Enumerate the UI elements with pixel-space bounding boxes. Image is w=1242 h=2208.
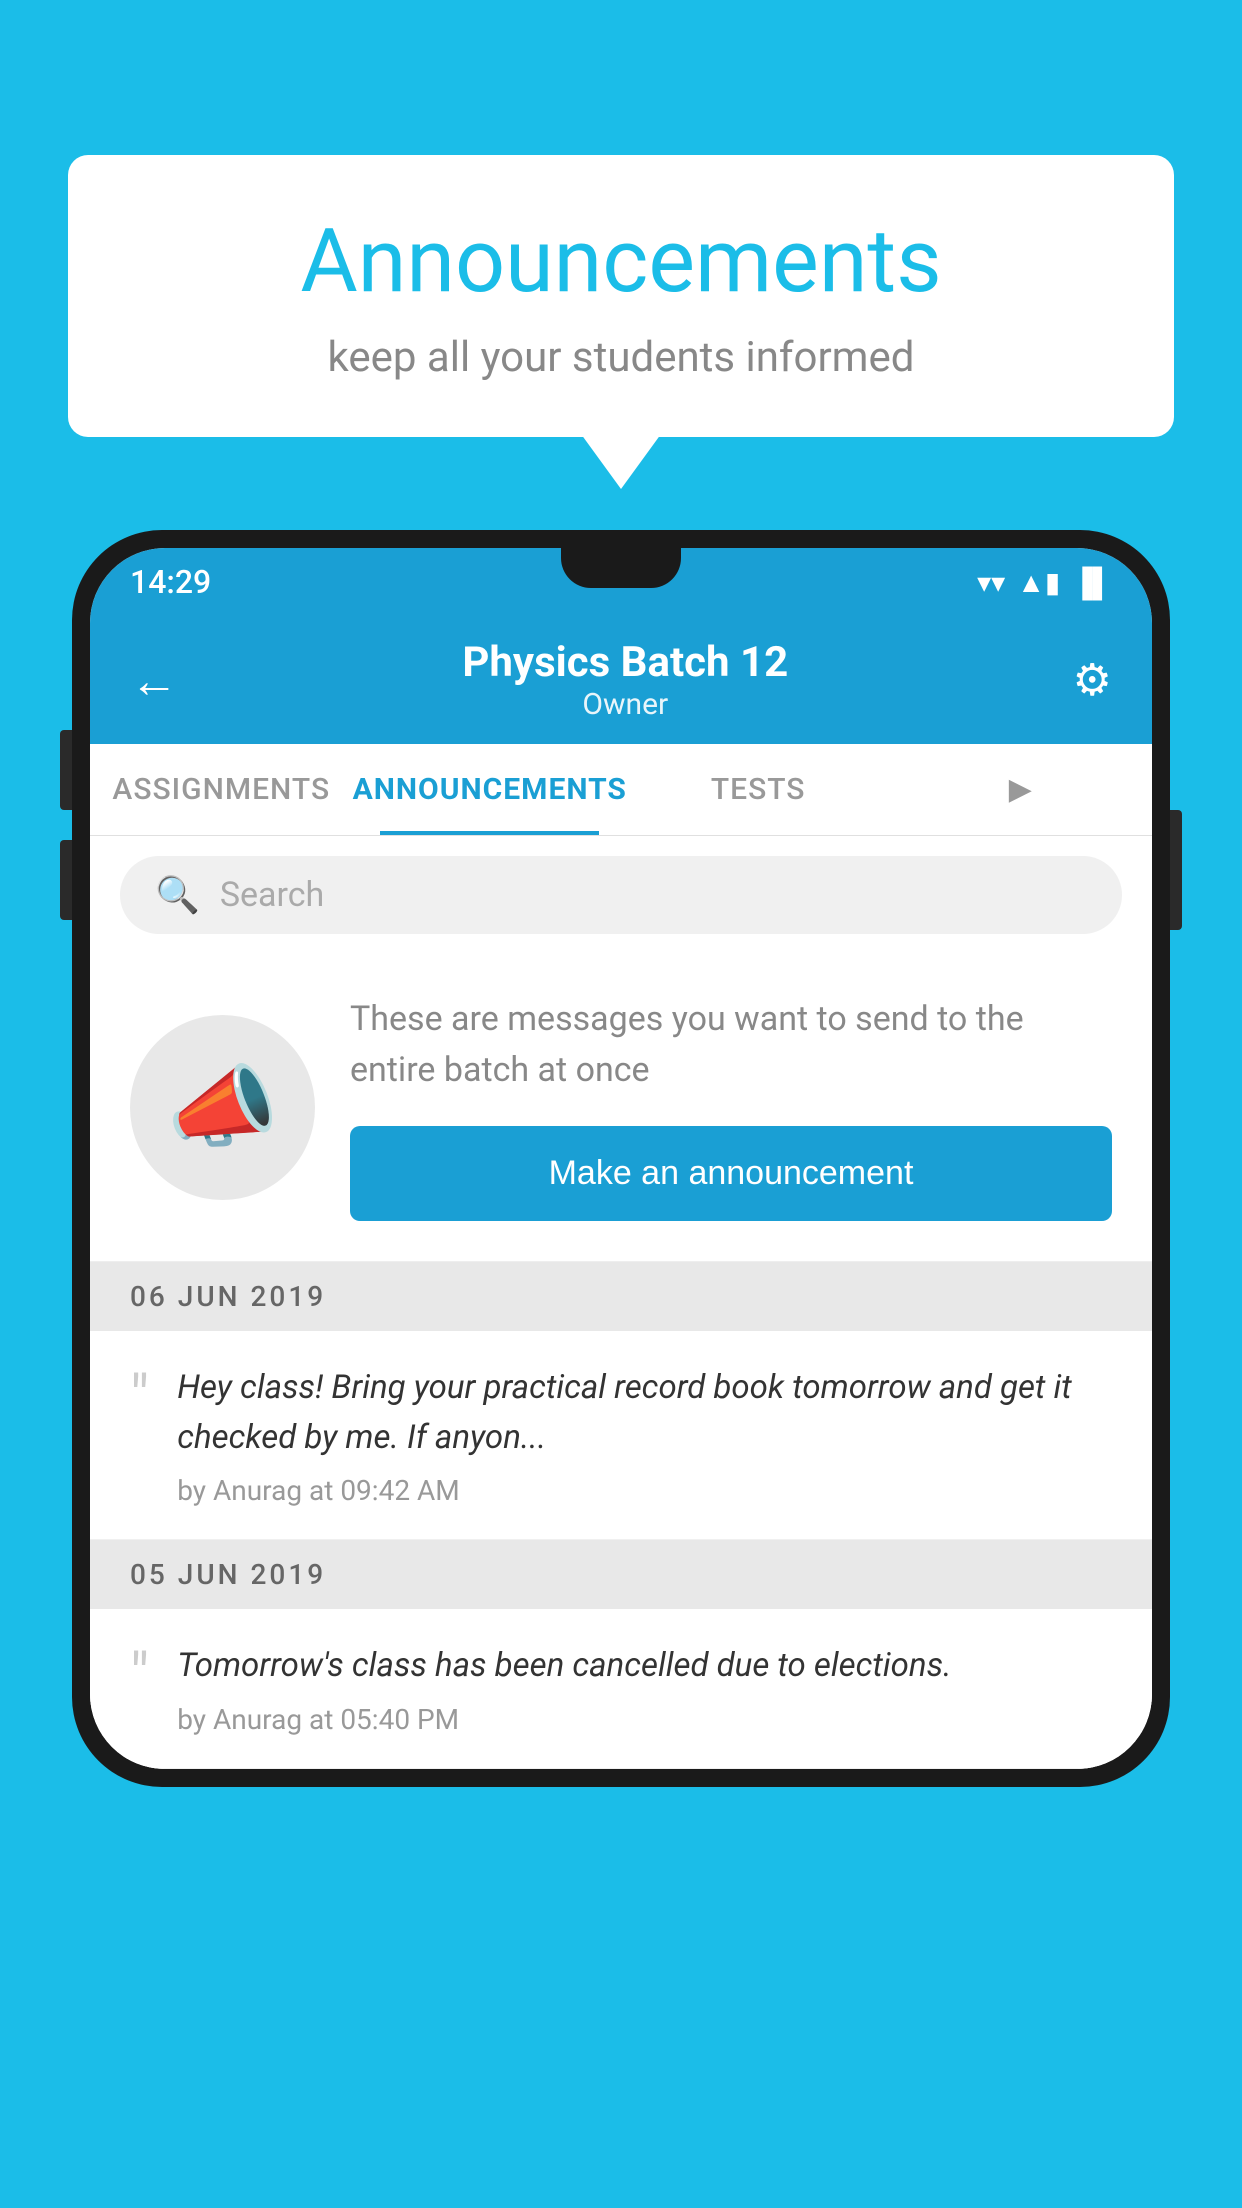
speech-bubble-title: Announcements bbox=[128, 210, 1114, 313]
settings-button[interactable]: ⚙ bbox=[1073, 654, 1112, 706]
tab-assignments[interactable]: ASSIGNMENTS bbox=[90, 744, 353, 835]
header-subtitle: Owner bbox=[462, 687, 788, 722]
announcement-meta-2: by Anurag at 05:40 PM bbox=[177, 1703, 1112, 1736]
volume-up-button bbox=[60, 730, 72, 810]
speech-bubble-container: Announcements keep all your students inf… bbox=[68, 155, 1174, 437]
header-title: Physics Batch 12 bbox=[462, 638, 788, 687]
status-time: 14:29 bbox=[130, 563, 211, 601]
status-bar: 14:29 ▾▾ ▲▮ ▐▌ bbox=[90, 548, 1152, 616]
announcement-prompt: 📣 These are messages you want to send to… bbox=[90, 954, 1152, 1262]
announcement-text-1: Hey class! Bring your practical record b… bbox=[177, 1363, 1112, 1462]
speech-bubble-subtitle: keep all your students informed bbox=[128, 333, 1114, 382]
date-separator-1: 06 JUN 2019 bbox=[90, 1262, 1152, 1331]
announcement-item-1[interactable]: " Hey class! Bring your practical record… bbox=[90, 1331, 1152, 1540]
app-header: ← Physics Batch 12 Owner ⚙ bbox=[90, 616, 1152, 744]
search-icon: 🔍 bbox=[155, 874, 200, 916]
tab-tests[interactable]: TESTS bbox=[627, 744, 890, 835]
search-placeholder: Search bbox=[220, 875, 324, 915]
search-bar[interactable]: 🔍 Search bbox=[120, 856, 1122, 934]
prompt-right: These are messages you want to send to t… bbox=[350, 994, 1112, 1221]
content-area: 🔍 Search 📣 These are messages you want t… bbox=[90, 836, 1152, 1769]
quote-icon-2: " bbox=[130, 1646, 149, 1706]
back-button[interactable]: ← bbox=[130, 652, 178, 709]
wifi-icon: ▾▾ bbox=[977, 566, 1005, 599]
tab-announcements[interactable]: ANNOUNCEMENTS bbox=[353, 744, 627, 835]
megaphone-icon: 📣 bbox=[166, 1055, 278, 1160]
prompt-description: These are messages you want to send to t… bbox=[350, 994, 1112, 1096]
tab-more[interactable]: ▶ bbox=[889, 744, 1152, 835]
announcement-item-2[interactable]: " Tomorrow's class has been cancelled du… bbox=[90, 1609, 1152, 1769]
megaphone-circle: 📣 bbox=[130, 1015, 315, 1200]
make-announcement-button[interactable]: Make an announcement bbox=[350, 1126, 1112, 1221]
announcement-meta-1: by Anurag at 09:42 AM bbox=[177, 1474, 1112, 1507]
announcement-content-1: Hey class! Bring your practical record b… bbox=[177, 1363, 1112, 1507]
status-icons: ▾▾ ▲▮ ▐▌ bbox=[977, 566, 1112, 599]
date-separator-2: 05 JUN 2019 bbox=[90, 1540, 1152, 1609]
speech-bubble: Announcements keep all your students inf… bbox=[68, 155, 1174, 437]
battery-icon: ▐▌ bbox=[1072, 566, 1112, 599]
announcement-text-2: Tomorrow's class has been cancelled due … bbox=[177, 1641, 1112, 1691]
phone-mockup: 14:29 ▾▾ ▲▮ ▐▌ ← Physics Batch 12 Owner … bbox=[72, 530, 1170, 1787]
quote-icon: " bbox=[130, 1368, 149, 1428]
power-button bbox=[1170, 810, 1182, 930]
signal-icon: ▲▮ bbox=[1017, 566, 1060, 599]
header-title-group: Physics Batch 12 Owner bbox=[462, 638, 788, 722]
announcement-content-2: Tomorrow's class has been cancelled due … bbox=[177, 1641, 1112, 1736]
tabs-container: ASSIGNMENTS ANNOUNCEMENTS TESTS ▶ bbox=[90, 744, 1152, 836]
volume-down-button bbox=[60, 840, 72, 920]
notch bbox=[561, 548, 681, 588]
phone-screen: 14:29 ▾▾ ▲▮ ▐▌ ← Physics Batch 12 Owner … bbox=[90, 548, 1152, 1769]
search-container: 🔍 Search bbox=[90, 836, 1152, 954]
phone-outer: 14:29 ▾▾ ▲▮ ▐▌ ← Physics Batch 12 Owner … bbox=[72, 530, 1170, 1787]
